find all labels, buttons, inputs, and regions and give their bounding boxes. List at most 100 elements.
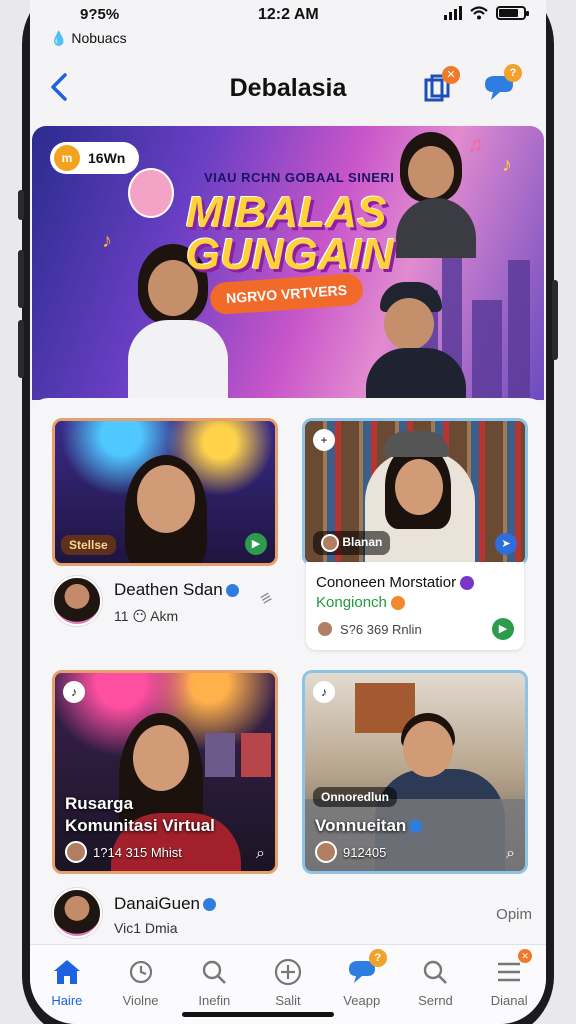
feed-panel: Stellse ▶ Deathen Sdan 11 😶 Akm ≡ + Blan… — [30, 398, 546, 958]
nav-label: Veapp — [343, 993, 381, 1008]
music-icon: ♪ — [313, 681, 335, 703]
stream-meta: S?6 369 Rnlin — [340, 621, 422, 637]
nav-item-veapp[interactable]: ? Veapp — [325, 945, 399, 1024]
battery-icon — [496, 6, 529, 20]
nav-badge: ? — [368, 949, 387, 967]
nav-label: Violne — [122, 993, 159, 1008]
stream-card[interactable]: ♪ Onnoredlun Vonnueitan 912405 ⌕ — [302, 670, 528, 874]
nav-label: Haire — [51, 993, 83, 1008]
coin-balance-pill[interactable]: m 16Wn — [50, 142, 140, 174]
nav-item-home[interactable]: Haire — [30, 945, 104, 1024]
clock-icon — [126, 957, 156, 987]
chat-bubble-icon: ? — [347, 949, 387, 987]
status-icons — [444, 6, 529, 20]
promo-banner[interactable]: m 16Wn ♪ ♫ ♪ VIAU RCHN GOBAAL SINERI MIB… — [32, 126, 544, 400]
mask-icon — [128, 168, 174, 218]
stream-title-line2-text: Kongionch — [316, 594, 387, 611]
stream-meta: 912405 — [343, 844, 387, 860]
stream-card[interactable]: Stellse ▶ — [52, 418, 278, 566]
wall-frame — [241, 733, 271, 777]
music-icon: ♪ — [63, 681, 85, 703]
badge-icon — [460, 576, 475, 591]
fire-icon — [391, 596, 406, 611]
person-face — [403, 721, 453, 777]
search-icon — [199, 957, 229, 987]
nav-label: Sernd — [418, 993, 453, 1008]
layers-icon[interactable]: ✕ — [422, 66, 460, 104]
layers-badge: ✕ — [442, 66, 460, 84]
user-text: DanaiGuen Vic1 Dmia — [114, 894, 217, 936]
nav-label: Dianal — [490, 993, 528, 1008]
plus-circle-icon — [273, 957, 303, 987]
menu-icon: ✕ — [494, 949, 533, 987]
send-icon[interactable]: ➤ — [495, 533, 517, 555]
city-building — [508, 260, 530, 400]
user-name-row: DanaiGuen — [114, 894, 217, 914]
stream-title-line1: Rusarga — [65, 794, 134, 813]
home-indicator[interactable] — [182, 1012, 334, 1017]
person-face — [395, 459, 443, 515]
nav-item-sernd[interactable]: Sernd — [399, 945, 473, 1024]
stream-title: Rusarga Komunitasi Virtual — [65, 793, 215, 837]
stream-meta-row: 912405 — [315, 841, 386, 863]
share-icon[interactable]: ⌕ — [256, 845, 265, 863]
status-time: 12:2 AM — [258, 6, 319, 23]
avatar — [52, 576, 102, 626]
nav-item-dianal[interactable]: ✕ Dianal — [472, 945, 546, 1024]
stream-title-line2: Kongionch — [316, 594, 406, 611]
home-icon — [52, 957, 82, 987]
stream-meta-row: S?6 369 Rnlin — [316, 620, 422, 638]
person-face — [133, 725, 189, 791]
avatar — [65, 841, 87, 863]
share-icon[interactable]: ⌕ — [506, 845, 515, 863]
more-icon[interactable]: ≡ — [257, 587, 277, 610]
nav-label: Salit — [275, 993, 301, 1008]
nav-label: Inefin — [198, 993, 231, 1008]
user-name: DanaiGuen — [114, 894, 201, 913]
page-title: Debalasia — [229, 74, 347, 102]
carrier-text: Nobuacs — [71, 30, 127, 46]
stream-title-text: Cononeen Morstatior — [316, 574, 457, 591]
music-note-icon: ♪ — [502, 154, 512, 176]
author-meta-text: Akm — [150, 608, 179, 624]
open-button[interactable]: Opim — [496, 906, 532, 923]
banner-title-line1: MIBALAS — [186, 188, 387, 237]
coin-icon: m — [54, 145, 80, 171]
nav-item-violne[interactable]: Violne — [104, 945, 178, 1024]
play-icon[interactable]: ▶ — [492, 618, 514, 640]
play-icon[interactable]: ▶ — [245, 533, 267, 555]
silent-switch — [18, 190, 24, 220]
wifi-icon — [470, 6, 488, 20]
stream-card[interactable]: + Blanan ➤ — [302, 418, 528, 566]
avatar — [315, 841, 337, 863]
carrier-label: 💧 Nobuacs — [50, 30, 127, 46]
music-note-icon: ♪ — [102, 230, 112, 252]
stream-tag: Onnoredlun — [313, 787, 397, 807]
cap-icon — [383, 431, 449, 457]
avatar — [52, 888, 102, 938]
verified-icon — [225, 584, 239, 598]
author-name-row: Deathen Sdan — [114, 580, 239, 600]
stream-meta: 1?14 315 Mhist — [93, 844, 182, 860]
banner-title-line2: GUNGAIN — [186, 230, 394, 279]
stream-tag-text: Blanan — [342, 535, 383, 550]
author-meta-row: 11 😶 Akm — [114, 608, 179, 624]
bottom-user-row[interactable]: DanaiGuen Vic1 Dmia Opim — [52, 888, 532, 944]
add-icon[interactable]: + — [313, 429, 335, 451]
stream-author[interactable]: Deathen Sdan 11 😶 Akm ≡ — [52, 576, 278, 632]
stream-details-card[interactable]: Cononeen Morstatior Kongionch S?6 369 Rn… — [306, 562, 524, 650]
author-name: Deathen Sdan — [114, 580, 223, 599]
volume-up-button — [18, 250, 24, 308]
app-screen: 9?5% 💧 Nobuacs 12:2 AM Debalasia ✕ ? m 1… — [30, 0, 546, 1024]
chat-bubble-icon[interactable]: ? — [482, 64, 522, 104]
verified-icon — [203, 898, 217, 912]
stream-card[interactable]: ♪ Rusarga Komunitasi Virtual 1?14 315 Mh… — [52, 670, 278, 874]
stream-title-line2: Komunitasi Virtual — [65, 816, 215, 835]
nav-badge-dot: ✕ — [518, 949, 533, 963]
city-building — [472, 300, 502, 400]
person-face — [137, 465, 195, 533]
person-illustration — [366, 282, 476, 400]
volume-down-button — [18, 320, 24, 378]
stream-title: Vonnueitan — [315, 815, 423, 837]
banner-title: MIBALAS GUNGAIN — [186, 188, 394, 279]
